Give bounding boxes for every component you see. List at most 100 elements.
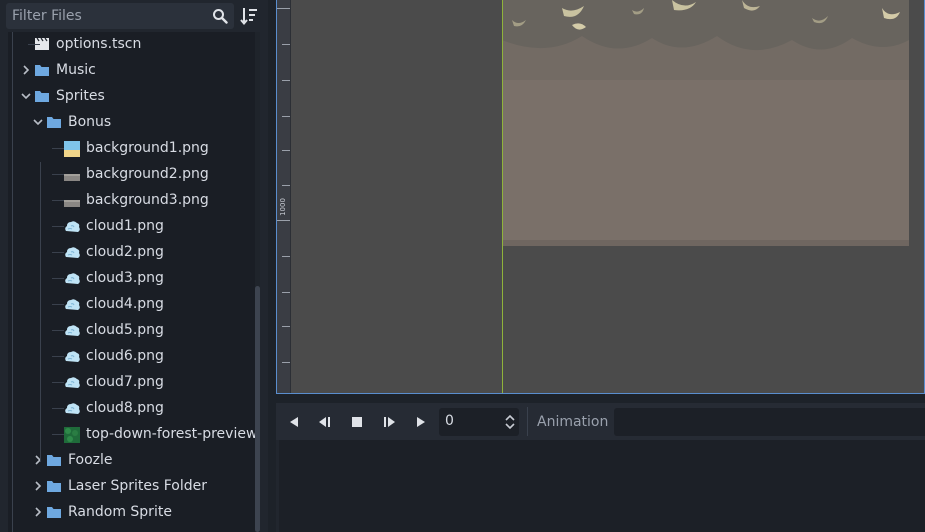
tree-connector (52, 200, 64, 201)
chevron-down-icon[interactable] (32, 116, 44, 128)
item-label: Bonus (68, 114, 112, 130)
file-item[interactable]: cloud4.png (8, 291, 256, 317)
cloud-icon (64, 219, 80, 233)
animation-toolbar: 0 Animation (276, 403, 925, 440)
folder-icon (46, 115, 62, 129)
cloud-icon (64, 375, 80, 389)
filter-files-input[interactable] (6, 3, 206, 29)
folder-item[interactable]: Music (8, 57, 256, 83)
chevron-down-icon[interactable] (20, 90, 32, 102)
tree-connector (52, 174, 64, 175)
file-item[interactable]: options.tscn (8, 32, 256, 57)
tree-connector (52, 226, 64, 227)
animation-panel: 0 Animation (276, 403, 925, 532)
chevron-right-icon[interactable] (20, 64, 32, 76)
item-label: cloud1.png (86, 218, 164, 234)
folder-icon (34, 63, 50, 77)
folder-icon (46, 453, 62, 467)
folder-item[interactable]: Sprites (8, 83, 256, 109)
item-label: cloud2.png (86, 244, 164, 260)
tree-connector (52, 148, 64, 149)
file-item[interactable]: top-down-forest-preview.pn (8, 421, 256, 447)
folder-icon (34, 89, 50, 103)
ruler-label: 1000 (278, 198, 287, 216)
folder-item[interactable]: Laser Sprites Folder (8, 473, 256, 499)
folder-item[interactable]: Bonus (8, 109, 256, 135)
folder-icon (46, 505, 62, 519)
tree-connector (28, 44, 40, 45)
file-item[interactable]: background3.png (8, 187, 256, 213)
cloud-icon (64, 297, 80, 311)
spin-arrows-icon[interactable] (504, 413, 516, 431)
file-item[interactable]: cloud3.png (8, 265, 256, 291)
frame-spinbox[interactable]: 0 (439, 408, 519, 436)
item-label: cloud8.png (86, 400, 164, 416)
scrollbar-thumb[interactable] (255, 286, 260, 532)
image-ground-icon (64, 193, 80, 207)
folder-item[interactable]: Random Sprite (8, 499, 256, 525)
item-label: cloud4.png (86, 296, 164, 312)
cloud-icon (64, 245, 80, 259)
animation-selector[interactable] (614, 408, 925, 436)
image-forest-icon (64, 427, 80, 443)
toolbar-separator (527, 407, 528, 436)
item-label: Music (56, 62, 96, 78)
tree-connector (52, 408, 64, 409)
play-icon[interactable] (413, 414, 429, 430)
item-label: cloud3.png (86, 270, 164, 286)
next-frame-icon[interactable] (381, 414, 397, 430)
item-label: cloud7.png (86, 374, 164, 390)
canvas-viewport[interactable]: 1000 (276, 0, 925, 394)
tree-connector (52, 356, 64, 357)
tree-guide-line (40, 162, 41, 462)
file-item[interactable]: cloud5.png (8, 317, 256, 343)
item-label: cloud6.png (86, 348, 164, 364)
chevron-right-icon[interactable] (32, 506, 44, 518)
item-label: options.tscn (56, 36, 142, 52)
file-item[interactable]: cloud8.png (8, 395, 256, 421)
filter-files-bar (6, 3, 234, 29)
file-item[interactable]: cloud2.png (8, 239, 256, 265)
animation-label: Animation (537, 414, 609, 430)
item-label: Foozle (68, 452, 113, 468)
item-label: background2.png (86, 166, 209, 182)
image-sky-icon (64, 141, 80, 157)
file-item[interactable]: cloud7.png (8, 369, 256, 395)
file-item[interactable]: cloud1.png (8, 213, 256, 239)
stop-icon[interactable] (349, 414, 365, 430)
file-tree: options.tscn Music Sprites Bonus background1… (8, 32, 256, 532)
tree-connector (52, 252, 64, 253)
sort-icon[interactable] (240, 6, 258, 26)
cloud-icon (64, 401, 80, 415)
cloud-icon (64, 271, 80, 285)
animation-frames-area[interactable] (279, 440, 925, 532)
item-label: Laser Sprites Folder (68, 478, 208, 494)
search-icon (213, 9, 228, 24)
chevron-right-icon[interactable] (32, 454, 44, 466)
folder-icon (46, 479, 62, 493)
tree-connector (52, 434, 64, 435)
tree-connector (52, 304, 64, 305)
chevron-right-icon[interactable] (32, 480, 44, 492)
item-label: cloud5.png (86, 322, 164, 338)
y-axis-guide (502, 0, 503, 393)
filesystem-dock: options.tscn Music Sprites Bonus background1… (0, 0, 268, 532)
tree-connector (52, 278, 64, 279)
image-ground-icon (64, 167, 80, 181)
previous-frame-icon[interactable] (317, 414, 333, 430)
cloud-icon (64, 323, 80, 337)
file-item[interactable]: background2.png (8, 161, 256, 187)
file-item[interactable]: cloud6.png (8, 343, 256, 369)
item-label: Sprites (56, 88, 105, 104)
tree-connector (52, 382, 64, 383)
item-label: background3.png (86, 192, 209, 208)
vertical-ruler: 1000 (277, 0, 291, 393)
file-item[interactable]: background1.png (8, 135, 256, 161)
folder-item[interactable]: Foozle (8, 447, 256, 473)
play-backwards-icon[interactable] (286, 414, 302, 430)
tree-connector (52, 330, 64, 331)
item-label: Random Sprite (68, 504, 172, 520)
frame-value: 0 (445, 413, 454, 429)
background-sprite (502, 0, 909, 246)
item-label: top-down-forest-preview.pn (86, 426, 256, 442)
